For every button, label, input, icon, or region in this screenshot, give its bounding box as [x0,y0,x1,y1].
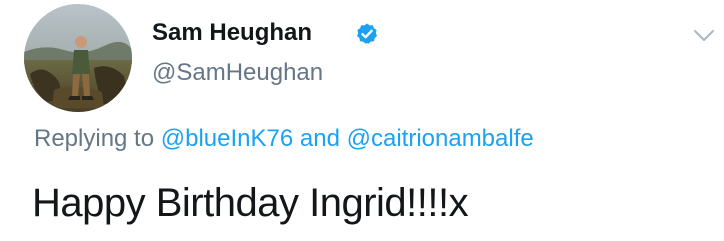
profile-photo-icon [24,4,132,112]
reply-recipient-link[interactable]: @blueInK76 [161,125,293,152]
tweet-card: Sam Heughan @SamHeughan Replying to @blu… [0,0,724,241]
tweet-text: Happy Birthday Ingrid!!!!x [32,181,469,225]
handle[interactable]: @SamHeughan [152,58,323,88]
reply-recipient-link[interactable]: @caitrionambalfe [347,125,534,152]
chevron-down-icon[interactable] [692,28,716,44]
avatar[interactable] [24,4,132,112]
verified-badge-icon [357,23,377,44]
display-name[interactable]: Sam Heughan [152,18,312,48]
reply-conjunction: and [299,125,340,152]
replying-to-label: Replying to [34,125,155,152]
replying-to-line: Replying to @blueInK76 and @caitrionamba… [34,124,534,154]
